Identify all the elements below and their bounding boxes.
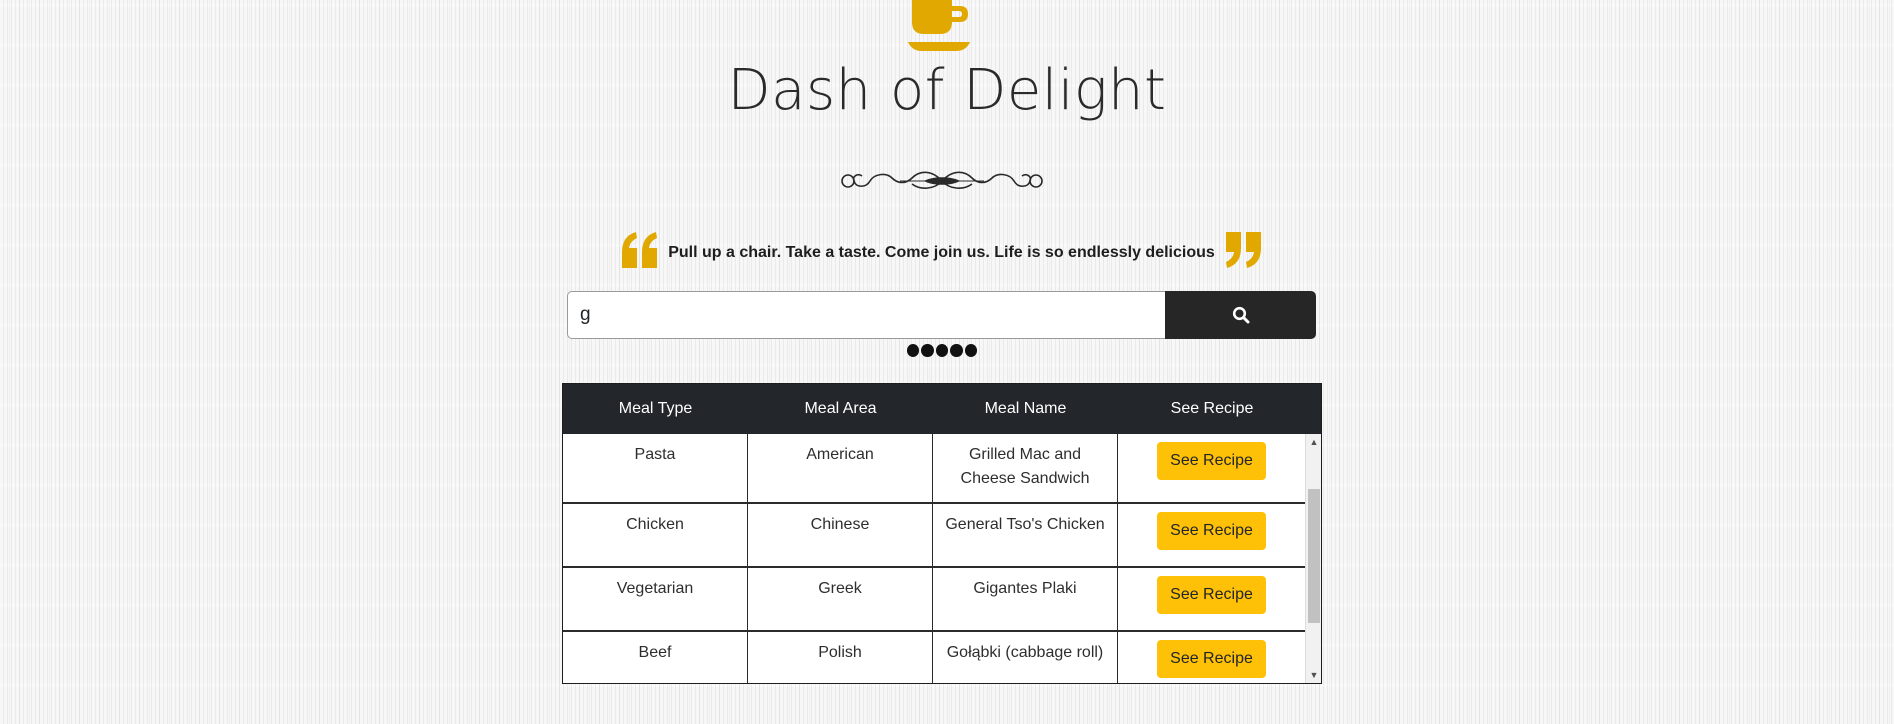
flourish-divider [841,171,1043,189]
see-recipe-button[interactable]: See Recipe [1157,576,1266,614]
table-row: Vegetarian Greek Gigantes Plaki See Reci… [563,568,1305,632]
see-recipe-cell: See Recipe [1118,434,1305,502]
meal-name-cell: Grilled Mac and Cheese Sandwich [933,434,1118,502]
column-header-meal-area: Meal Area [804,400,877,417]
search-button[interactable] [1165,291,1316,339]
results-table: Meal Type Meal Area Meal Name See Recipe… [562,383,1322,684]
search-icon [1232,306,1249,324]
meal-name-cell: Gigantes Plaki [933,568,1118,630]
see-recipe-cell: See Recipe [1118,504,1305,566]
see-recipe-button[interactable]: See Recipe [1157,512,1266,550]
scrollbar-thumb[interactable] [1308,489,1320,623]
tagline: Pull up a chair. Take a taste. Come join… [668,244,1215,261]
column-header-meal-type: Meal Type [618,400,693,417]
quote-close-icon [1226,232,1261,268]
meal-name-cell: General Tso's Chicken [933,504,1118,566]
scroll-up-arrow-icon[interactable]: ▲ [1306,434,1321,450]
quote-open-icon [622,232,657,268]
meal-area-cell: American [748,434,933,502]
scroll-down-arrow-icon[interactable]: ▼ [1306,667,1321,683]
loading-dot [964,344,978,357]
column-header-see-recipe: See Recipe [1170,400,1254,417]
meal-area-cell: Polish [748,632,933,683]
loading-indicator [907,344,978,360]
table-header: Meal Type Meal Area Meal Name See Recipe [563,384,1321,434]
table-row: Beef Polish Gołąbki (cabbage roll) See R… [563,632,1305,683]
meal-type-cell: Vegetarian [563,568,748,630]
meal-area-cell: Greek [748,568,933,630]
loading-dot [950,344,963,357]
table-body[interactable]: Pasta American Grilled Mac and Cheese Sa… [563,434,1305,683]
loading-dot [907,344,920,357]
see-recipe-cell: See Recipe [1118,568,1305,630]
table-row: Chicken Chinese General Tso's Chicken Se… [563,504,1305,568]
meal-type-cell: Chicken [563,504,748,566]
table-scrollbar[interactable]: ▲ ▼ [1305,434,1321,683]
coffee-cup-icon [908,0,970,51]
meal-type-cell: Beef [563,632,748,683]
loading-dot [935,344,949,357]
meal-name-cell: Gołąbki (cabbage roll) [933,632,1118,683]
search-input[interactable] [567,291,1165,339]
see-recipe-button[interactable]: See Recipe [1157,442,1266,480]
column-header-meal-name: Meal Name [984,400,1067,417]
meal-area-cell: Chinese [748,504,933,566]
see-recipe-button[interactable]: See Recipe [1157,640,1266,678]
meal-type-cell: Pasta [563,434,748,502]
site-title: Dash of Delight [727,58,1167,123]
loading-dot [921,344,934,357]
table-row: Pasta American Grilled Mac and Cheese Sa… [563,434,1305,504]
see-recipe-cell: See Recipe [1118,632,1305,683]
search-bar [567,291,1316,339]
